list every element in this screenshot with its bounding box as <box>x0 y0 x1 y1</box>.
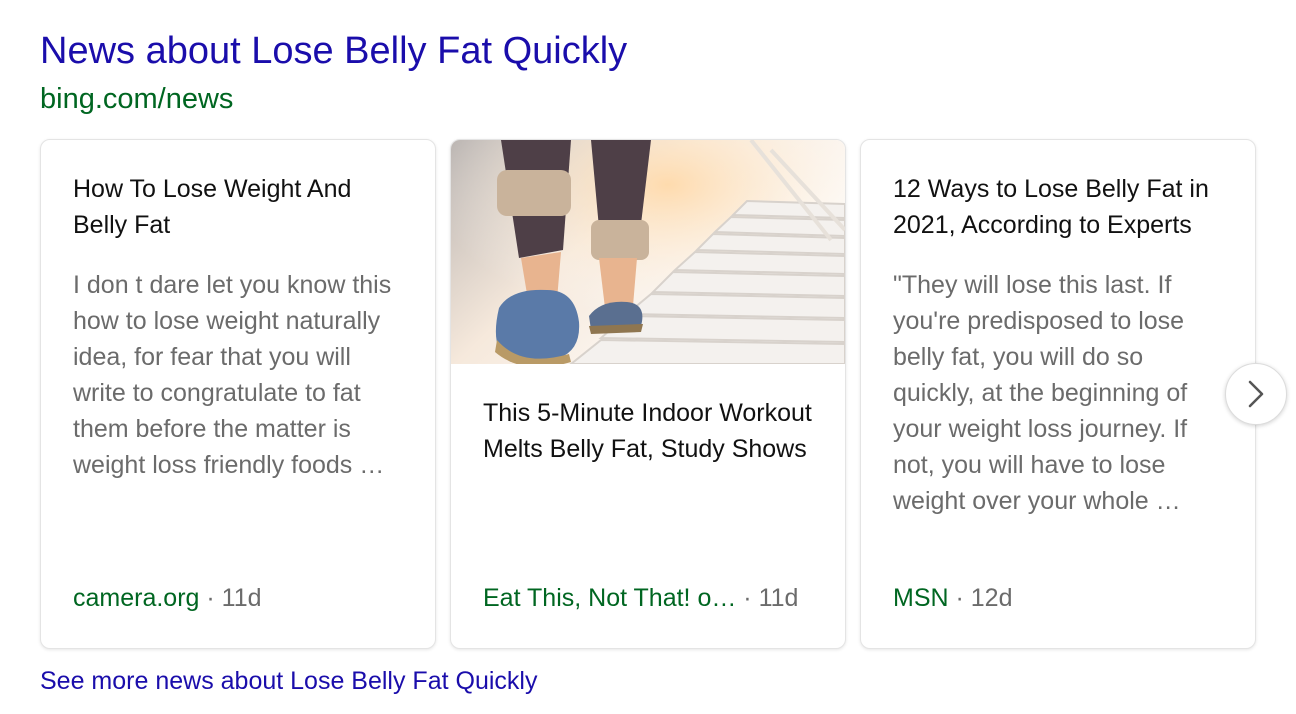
news-card-footer: Eat This, Not That! o… · 11d <box>483 580 821 616</box>
news-card-source[interactable]: camera.org <box>73 584 199 612</box>
separator-dot: · <box>736 584 759 612</box>
news-card-snippet: "They will lose this last. If you're pre… <box>893 271 1188 515</box>
news-card-title[interactable]: This 5-Minute Indoor Workout Melts Belly… <box>483 395 821 467</box>
news-card-snippet: I don t dare let you know this how to lo… <box>73 271 392 479</box>
news-card-source[interactable]: Eat This, Not That! o… <box>483 584 736 612</box>
news-card-age: 11d <box>758 584 799 612</box>
news-card-source[interactable]: MSN <box>893 584 949 612</box>
news-card-footer: MSN · 12d <box>893 580 1231 616</box>
news-section-title-link[interactable]: News about Lose Belly Fat Quickly <box>40 28 627 74</box>
news-card-title[interactable]: How To Lose Weight And Belly Fat <box>73 171 411 243</box>
separator-dot: · <box>199 584 222 612</box>
stairs-walking-photo[interactable] <box>451 140 845 364</box>
stairs-walking-photo-icon <box>451 140 845 364</box>
separator-dot: · <box>948 584 971 612</box>
news-card-age: 11d <box>221 584 262 612</box>
news-card[interactable]: This 5-Minute Indoor Workout Melts Belly… <box>450 139 846 649</box>
news-card-title[interactable]: 12 Ways to Lose Belly Fat in 2021, Accor… <box>893 171 1231 243</box>
news-source-url: bing.com/news <box>40 83 234 115</box>
news-card[interactable]: How To Lose Weight And Belly Fat I don t… <box>40 139 436 649</box>
news-card[interactable]: 12 Ways to Lose Belly Fat in 2021, Accor… <box>860 139 1256 649</box>
news-card-footer: camera.org · 11d <box>73 580 411 616</box>
chevron-right-icon <box>1248 380 1264 408</box>
news-carousel: How To Lose Weight And Belly Fat I don t… <box>40 139 1256 649</box>
carousel-next-button[interactable] <box>1225 363 1287 425</box>
see-more-news-link[interactable]: See more news about Lose Belly Fat Quick… <box>40 664 537 698</box>
news-card-age: 12d <box>970 584 1013 612</box>
